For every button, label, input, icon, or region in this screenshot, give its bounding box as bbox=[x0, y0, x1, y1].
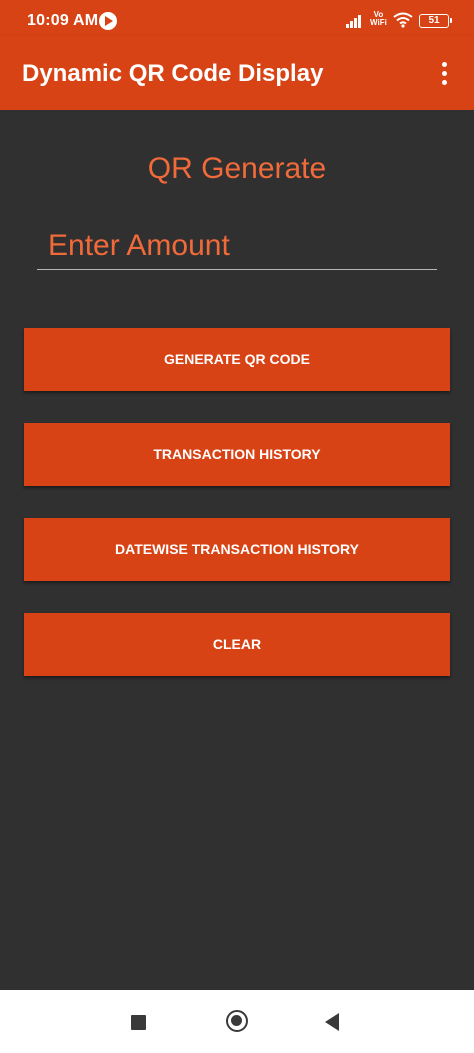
back-triangle-icon[interactable] bbox=[325, 1013, 339, 1031]
app-bar: Dynamic QR Code Display bbox=[0, 36, 474, 110]
home-circle-icon[interactable] bbox=[226, 1010, 248, 1032]
volte-wifi-label: Vo WiFi bbox=[370, 11, 387, 27]
wifi-icon bbox=[393, 12, 413, 28]
generate-qr-code-button[interactable]: GENERATE QR CODE bbox=[24, 328, 450, 391]
more-vert-icon[interactable] bbox=[432, 60, 456, 90]
recents-square-icon[interactable] bbox=[131, 1015, 146, 1030]
play-icon bbox=[99, 12, 117, 30]
system-nav-bar bbox=[0, 990, 474, 1053]
volte-line2: WiFi bbox=[370, 18, 387, 27]
clear-button[interactable]: CLEAR bbox=[24, 613, 450, 676]
status-time: 10:09 AM bbox=[27, 12, 99, 29]
datewise-transaction-history-button[interactable]: DATEWISE TRANSACTION HISTORY bbox=[24, 518, 450, 581]
status-bar: 10:09 AM Vo WiFi 51 bbox=[0, 0, 474, 36]
signal-icon bbox=[346, 14, 364, 28]
page-heading: QR Generate bbox=[147, 152, 327, 185]
transaction-history-button[interactable]: TRANSACTION HISTORY bbox=[24, 423, 450, 486]
app-title: Dynamic QR Code Display bbox=[22, 60, 324, 87]
battery-icon: 51 bbox=[419, 14, 452, 28]
main-content: QR Generate GENERATE QR CODE TRANSACTION… bbox=[0, 110, 474, 990]
amount-input[interactable] bbox=[37, 222, 437, 270]
